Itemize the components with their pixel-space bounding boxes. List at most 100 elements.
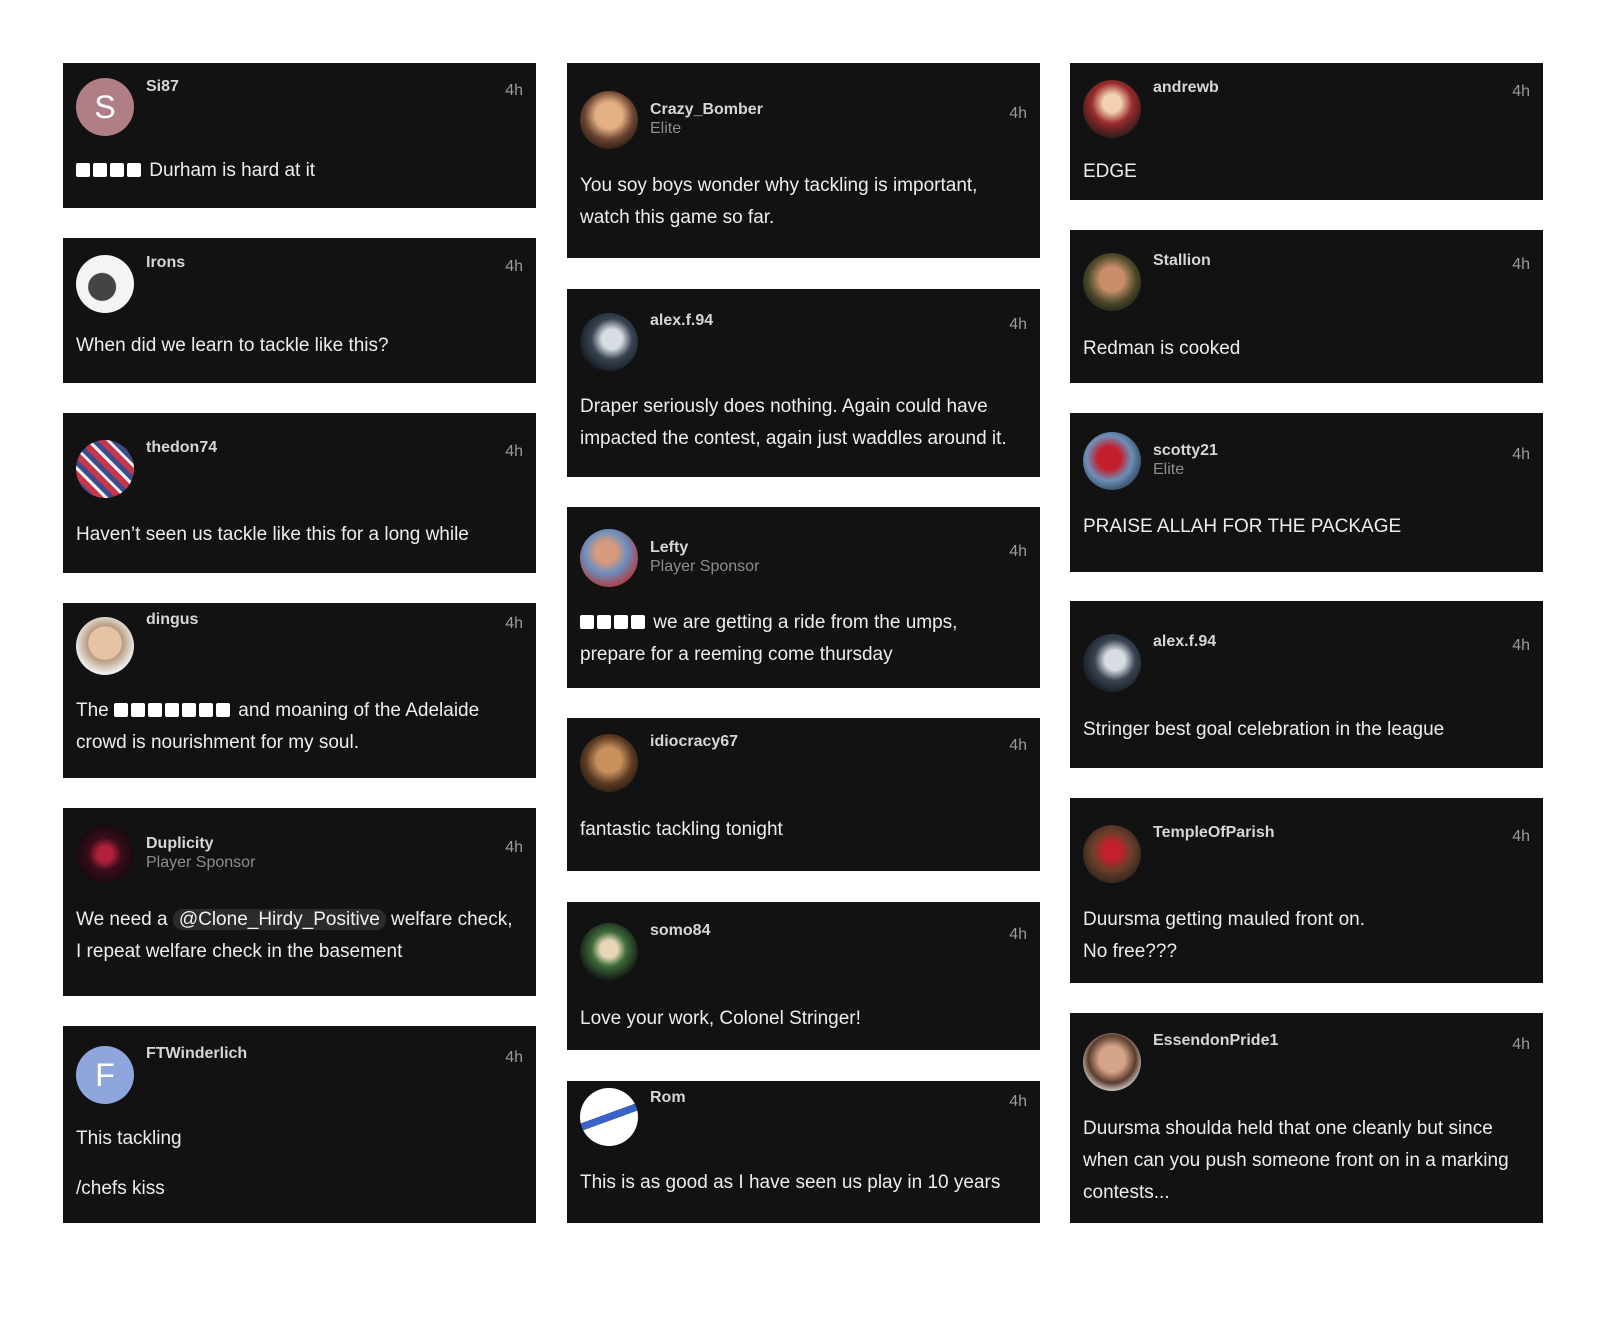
comment-card: alex.f.94 4h Draper seriously does nothing… — [567, 289, 1040, 477]
username[interactable]: Si87 — [146, 78, 179, 96]
comment-card: F FTWinderlich 4h This tackling/chefs kiss — [63, 1026, 536, 1223]
username[interactable]: Duplicity — [146, 835, 214, 853]
username[interactable]: alex.f.94 — [1153, 633, 1216, 651]
censored-block — [148, 703, 163, 717]
avatar[interactable] — [1083, 432, 1141, 490]
censored-block — [216, 703, 231, 717]
censored-block — [580, 615, 594, 629]
comment-line: No free??? — [1083, 941, 1178, 962]
user-role-badge: Player Sponsor — [146, 854, 256, 871]
censored-block — [199, 703, 214, 717]
comment-paragraph: /chefs kiss — [76, 1178, 165, 1199]
username[interactable]: idiocracy67 — [650, 733, 738, 751]
username[interactable]: thedon74 — [146, 439, 217, 457]
avatar[interactable] — [580, 734, 638, 792]
timestamp: 4h — [1512, 637, 1530, 654]
username[interactable]: TempleOfParish — [1153, 824, 1275, 842]
avatar[interactable] — [580, 1088, 638, 1146]
username[interactable]: Crazy_Bomber — [650, 101, 763, 119]
avatar[interactable]: S — [76, 78, 134, 136]
avatar[interactable] — [580, 923, 638, 981]
comment-text-segment: EDGE — [1083, 161, 1137, 182]
comment-text: fantastic tackling tonight — [580, 814, 1027, 846]
comment-text-segment: PRAISE ALLAH FOR THE PACKAGE — [1083, 516, 1402, 537]
avatar[interactable] — [76, 825, 134, 883]
comment-line: Duursma getting mauled front on. — [1083, 909, 1365, 930]
comment-card: EssendonPride1 4h Duursma shoulda held tha… — [1070, 1013, 1543, 1223]
timestamp: 4h — [505, 443, 523, 460]
comment-text: Durham is hard at it — [76, 155, 523, 187]
comment-text: When did we learn to tackle like this? — [76, 330, 523, 362]
comment-card: idiocracy67 4h fantastic tackling tonight — [567, 718, 1040, 871]
comment-card: somo84 4h Love your work, Colonel Stringer… — [567, 902, 1040, 1050]
censored-block — [114, 703, 129, 717]
comment-text-segment: We need a — [76, 909, 173, 930]
avatar[interactable] — [580, 313, 638, 371]
comment-text-segment: Durham is hard at it — [144, 160, 316, 181]
comment-card: Lefty Player Sponsor 4h we are getting a r… — [567, 507, 1040, 688]
comment-text: Draper seriously does nothing. Again cou… — [580, 391, 1027, 455]
comment-text: Duursma shoulda held that one cleanly bu… — [1083, 1113, 1530, 1209]
comment-text: we are getting a ride from the umps, pre… — [580, 607, 1027, 671]
comment-card: scotty21 Elite 4h PRAISE ALLAH FOR THE PACK… — [1070, 413, 1543, 572]
user-mention-link[interactable]: @Clone_Hirdy_Positive — [172, 909, 386, 930]
avatar[interactable] — [1083, 253, 1141, 311]
avatar-initial: S — [94, 88, 116, 125]
avatar[interactable] — [76, 440, 134, 498]
comment-card: alex.f.94 4h Stringer best goal celebratio… — [1070, 601, 1543, 768]
timestamp: 4h — [505, 82, 523, 99]
timestamp: 4h — [1009, 737, 1027, 754]
avatar-initial: F — [95, 1056, 115, 1093]
username[interactable]: alex.f.94 — [650, 312, 713, 330]
comment-text-segment: When did we learn to tackle like this? — [76, 335, 389, 356]
timestamp: 4h — [1009, 105, 1027, 122]
avatar[interactable] — [580, 529, 638, 587]
username[interactable]: somo84 — [650, 922, 710, 940]
comment-text-segment: You soy boys wonder why tackling is impo… — [580, 175, 978, 228]
avatar[interactable] — [76, 255, 134, 313]
timestamp: 4h — [1009, 316, 1027, 333]
timestamp: 4h — [1512, 446, 1530, 463]
timestamp: 4h — [505, 839, 523, 856]
timestamp: 4h — [1009, 543, 1027, 560]
username[interactable]: andrewb — [1153, 79, 1219, 97]
comment-text-segment: Duursma shoulda held that one cleanly bu… — [1083, 1118, 1509, 1203]
censored-block — [131, 703, 146, 717]
avatar[interactable] — [1083, 80, 1141, 138]
user-role-badge: Elite — [1153, 461, 1185, 478]
avatar[interactable] — [1083, 1033, 1141, 1091]
comment-text: PRAISE ALLAH FOR THE PACKAGE — [1083, 511, 1530, 543]
comment-paragraph: This tackling — [76, 1128, 182, 1149]
username[interactable]: Stallion — [1153, 252, 1211, 270]
avatar[interactable] — [1083, 825, 1141, 883]
comment-text: Duursma getting mauled front on. No free?… — [1083, 904, 1530, 968]
comment-card: andrewb 4h EDGE — [1070, 63, 1543, 200]
comment-card: Stallion 4h Redman is cooked — [1070, 230, 1543, 383]
censored-block — [127, 163, 141, 177]
comment-text-segment: fantastic tackling tonight — [580, 819, 783, 840]
avatar[interactable] — [1083, 634, 1141, 692]
username[interactable]: Rom — [650, 1089, 686, 1107]
username[interactable]: scotty21 — [1153, 442, 1218, 460]
comment-text: We need a @Clone_Hirdy_Positive welfare … — [76, 904, 523, 968]
comment-card: Crazy_Bomber Elite 4h You soy boys wonder w… — [567, 63, 1040, 258]
username[interactable]: Lefty — [650, 539, 688, 557]
avatar[interactable] — [580, 91, 638, 149]
username[interactable]: EssendonPride1 — [1153, 1032, 1278, 1050]
comment-text-segment: Haven’t seen us tackle like this for a l… — [76, 524, 469, 545]
comment-text-segment: The — [76, 700, 115, 721]
username[interactable]: dingus — [146, 611, 198, 629]
comment-card: dingus 4h The and moaning of the Adelaide … — [63, 603, 536, 778]
user-role-badge: Elite — [650, 120, 682, 137]
comment-text: EDGE — [1083, 156, 1530, 188]
comment-text: Love your work, Colonel Stringer! — [580, 1003, 1027, 1035]
username[interactable]: Irons — [146, 254, 185, 272]
timestamp: 4h — [1512, 83, 1530, 100]
avatar[interactable]: F — [76, 1046, 134, 1104]
timestamp: 4h — [505, 258, 523, 275]
username[interactable]: FTWinderlich — [146, 1045, 247, 1063]
timestamp: 4h — [505, 1049, 523, 1066]
avatar[interactable] — [76, 617, 134, 675]
comment-text-segment: Draper seriously does nothing. Again cou… — [580, 396, 1007, 449]
comment-card: S Si87 4h Durham is hard at it — [63, 63, 536, 208]
